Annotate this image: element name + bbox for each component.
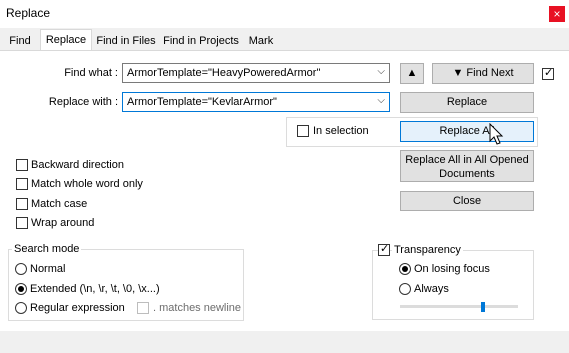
transparency-always-radio[interactable] [399, 283, 411, 295]
window-title: Replace [6, 6, 51, 20]
close-window-icon[interactable]: × [549, 6, 565, 22]
tab-find[interactable]: Find [0, 31, 40, 51]
find-what-label: Find what : [64, 67, 118, 79]
search-mode-normal-label: Normal [30, 263, 66, 275]
close-button[interactable]: Close [400, 191, 534, 211]
find-what-value: ArmorTemplate="HeavyPoweredArmor" [127, 67, 321, 79]
replace-with-value: ArmorTemplate="KevlarArmor" [127, 96, 277, 108]
search-mode-extended-radio[interactable] [15, 283, 27, 295]
tab-replace[interactable]: Replace [40, 29, 92, 51]
replace-panel: Find what : ArmorTemplate="HeavyPoweredA… [0, 50, 569, 331]
search-mode-normal-radio[interactable] [15, 263, 27, 275]
in-selection-checkbox[interactable] [297, 125, 309, 137]
replace-with-combo[interactable]: ArmorTemplate="KevlarArmor" ⌵ [122, 92, 390, 112]
search-mode-extended-label: Extended (\n, \r, \t, \0, \x...) [30, 283, 160, 295]
find-next-direction-checkbox[interactable]: ✓ [542, 67, 554, 80]
transparency-title: Transparency [392, 244, 463, 256]
match-whole-word-checkbox[interactable] [16, 178, 28, 190]
matches-newline-checkbox[interactable] [137, 302, 149, 314]
transparency-always-label: Always [414, 283, 449, 295]
matches-newline-label: . matches newline [153, 302, 242, 314]
chevron-down-icon[interactable]: ⌵ [377, 95, 385, 106]
search-mode-title: Search mode [12, 243, 82, 255]
mouse-cursor-icon [489, 123, 504, 145]
tab-bar: Find Replace Find in Files Find in Proje… [0, 29, 569, 51]
transparency-slider-track[interactable] [400, 305, 518, 308]
wrap-around-checkbox[interactable] [16, 217, 28, 229]
transparency-group [372, 250, 534, 320]
tab-find-in-projects[interactable]: Find in Projects [160, 31, 242, 51]
find-what-combo[interactable]: ArmorTemplate="HeavyPoweredArmor" ⌵ [122, 63, 390, 83]
match-case-checkbox[interactable] [16, 198, 28, 210]
tab-mark[interactable]: Mark [242, 31, 280, 51]
replace-all-opened-documents-button[interactable]: Replace All in All Opened Documents [400, 150, 534, 182]
backward-direction-label: Backward direction [31, 159, 124, 171]
backward-direction-checkbox[interactable] [16, 159, 28, 171]
replace-all-button[interactable]: Replace All [400, 121, 534, 142]
search-mode-regex-label: Regular expression [30, 302, 125, 314]
transparency-on-losing-focus-radio[interactable] [399, 263, 411, 275]
search-mode-regex-radio[interactable] [15, 302, 27, 314]
title-bar: Replace × [0, 0, 569, 28]
replace-button[interactable]: Replace [400, 92, 534, 113]
tab-find-in-files[interactable]: Find in Files [92, 31, 160, 51]
search-up-button[interactable]: ▲ [400, 63, 424, 84]
transparency-slider-thumb[interactable] [480, 302, 485, 312]
replace-with-label: Replace with : [48, 96, 118, 108]
replace-dialog: Replace × Find Replace Find in Files Fin… [0, 0, 569, 353]
wrap-around-label: Wrap around [31, 217, 95, 229]
transparency-checkbox[interactable]: ✓ [378, 243, 390, 256]
find-next-button[interactable]: ▼ Find Next [432, 63, 534, 84]
match-whole-word-label: Match whole word only [31, 178, 143, 190]
in-selection-label: In selection [313, 125, 369, 137]
chevron-down-icon[interactable]: ⌵ [377, 66, 385, 77]
transparency-on-losing-focus-label: On losing focus [414, 263, 490, 275]
match-case-label: Match case [31, 198, 88, 210]
